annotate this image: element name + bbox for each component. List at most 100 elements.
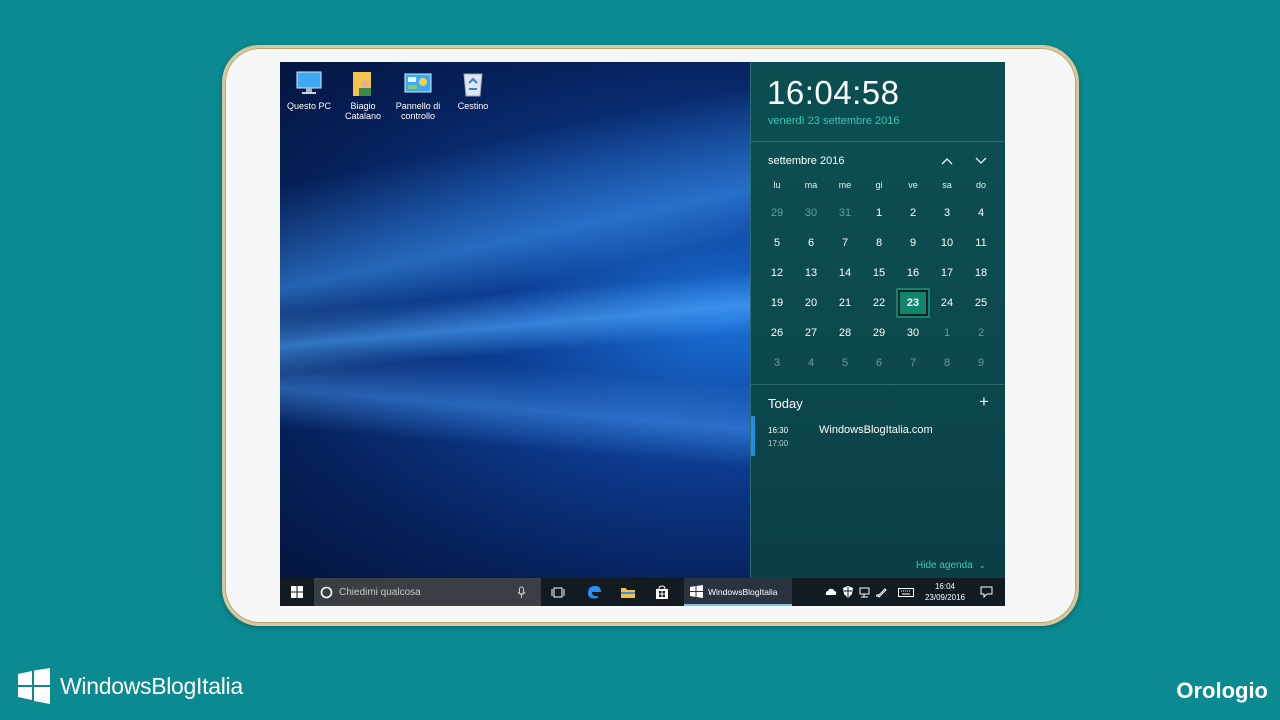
keyboard-icon[interactable] [895,578,917,606]
calendar-week-row: 12 13 14 15 16 17 18 [760,258,998,288]
calendar-day[interactable]: 21 [828,288,862,318]
task-view-icon[interactable] [545,578,571,606]
add-event-icon[interactable]: + [979,392,989,412]
desktop-icon-label: Pannello di controllo [395,101,441,121]
network-icon[interactable] [857,578,873,606]
user-folder-icon [348,68,378,98]
calendar-day[interactable]: 4 [794,348,828,378]
calendar-day[interactable]: 7 [896,348,930,378]
weekday-label: sa [942,180,952,190]
calendar-day[interactable]: 5 [760,228,794,258]
divider [751,384,1005,385]
calendar-day[interactable]: 2 [964,318,998,348]
calendar-day[interactable]: 31 [828,198,862,228]
calendar-day[interactable]: 12 [760,258,794,288]
calendar-day[interactable]: 7 [828,228,862,258]
windows-logo-icon [291,586,303,598]
calendar-day[interactable]: 2 [896,198,930,228]
taskbar-clock[interactable]: 16:04 23/09/2016 [920,581,970,603]
tablet-screen: Questo PC Biagio Catalano Pannello di co… [280,62,1005,606]
taskbar: WindowsBlogItalia 16:04 23/09/2016 [280,578,1005,606]
calendar-day[interactable]: 1 [862,198,896,228]
calendar-day[interactable]: 8 [862,228,896,258]
defender-shield-icon[interactable] [840,578,856,606]
weekday-label: ma [804,180,818,190]
brand-logo: WindowsBlogItalia [18,668,243,704]
desktop-icon-questo-pc[interactable]: Questo PC [280,68,338,111]
brand-text: WindowsBlogItalia [60,672,243,699]
pen-icon[interactable] [874,578,890,606]
calendar-day[interactable]: 3 [760,348,794,378]
search-box[interactable] [314,578,541,606]
calendar-day[interactable]: 9 [964,348,998,378]
hide-agenda-label: Hide agenda [916,560,973,571]
weekday-label: ve [908,180,918,190]
calendar-day[interactable]: 28 [828,318,862,348]
calendar-day[interactable]: 26 [760,318,794,348]
start-button[interactable] [280,578,314,606]
calendar-day[interactable]: 27 [794,318,828,348]
control-panel-icon [403,68,433,98]
calendar-grid: lu ma me gi ve sa do 29 30 31 1 2 3 4 5 6 7 8 9 10 11 12 13 14… [760,180,998,378]
calendar-day[interactable]: 8 [930,348,964,378]
calendar-day[interactable]: 1 [930,318,964,348]
calendar-day[interactable]: 19 [760,288,794,318]
microphone-icon[interactable] [517,586,526,599]
hide-agenda-link[interactable]: Hide agenda ⌄ [916,560,986,571]
store-icon[interactable] [648,578,676,606]
calendar-day[interactable]: 10 [930,228,964,258]
calendar-day[interactable]: 6 [862,348,896,378]
clock-calendar-flyout: 16:04:58 venerdì 23 settembre 2016 sette… [750,62,1005,578]
agenda-heading: Today [768,396,803,411]
calendar-day[interactable]: 9 [896,228,930,258]
calendar-day[interactable]: 30 [896,318,930,348]
flyout-date-link[interactable]: venerdì 23 settembre 2016 [768,115,899,127]
section-title: Orologio [1176,678,1268,703]
file-explorer-icon[interactable] [614,578,642,606]
calendar-day[interactable]: 25 [964,288,998,318]
notifications-icon[interactable] [974,578,998,606]
calendar-day[interactable]: 24 [930,288,964,318]
calendar-day[interactable]: 16 [896,258,930,288]
calendar-day[interactable]: 11 [964,228,998,258]
desktop-icon-label: Biagio Catalano [344,101,382,121]
weekday-label: me [838,180,852,190]
calendar-day[interactable]: 5 [828,348,862,378]
event-title[interactable]: WindowsBlogItalia.com [819,424,933,436]
calendar-day[interactable]: 30 [794,198,828,228]
calendar-week-row: 26 27 28 29 30 1 2 [760,318,998,348]
calendar-day[interactable]: 20 [794,288,828,318]
chevron-down-icon[interactable] [970,150,992,170]
weekday-label: gi [875,180,883,190]
calendar-day[interactable]: 4 [964,198,998,228]
windowsblogitalia-logo-icon [18,668,50,704]
calendar-day[interactable]: 6 [794,228,828,258]
chevron-down-icon: ⌄ [978,560,987,570]
calendar-day[interactable]: 14 [828,258,862,288]
calendar-day[interactable]: 13 [794,258,828,288]
calendar-week-row: 29 30 31 1 2 3 4 [760,198,998,228]
desktop-icon-user-folder[interactable]: Biagio Catalano [334,68,392,121]
calendar-day[interactable]: 22 [862,288,896,318]
calendar-day[interactable]: 15 [862,258,896,288]
event-color-bar [751,416,755,456]
edge-browser-icon[interactable] [580,578,608,606]
calendar-day[interactable]: 29 [760,198,794,228]
calendar-day[interactable]: 17 [930,258,964,288]
computer-icon [294,68,324,98]
desktop-icon-recycle-bin[interactable]: Cestino [444,68,502,111]
onedrive-icon[interactable] [823,578,839,606]
taskbar-app-windowsblogitalia[interactable]: WindowsBlogItalia [684,578,792,606]
taskbar-app-label: WindowsBlogItalia [708,587,778,597]
chevron-up-icon[interactable] [936,150,958,170]
calendar-day[interactable]: 18 [964,258,998,288]
search-input[interactable] [337,585,511,599]
desktop-icon-control-panel[interactable]: Pannello di controllo [389,68,447,121]
cortana-icon [320,586,333,598]
flyout-clock: 16:04:58 [767,74,900,111]
calendar-month-label[interactable]: settembre 2016 [768,155,844,167]
calendar-day[interactable]: 3 [930,198,964,228]
calendar-week-row: 5 6 7 8 9 10 11 [760,228,998,258]
calendar-day[interactable]: 29 [862,318,896,348]
calendar-day-today[interactable]: 23 [896,288,930,318]
